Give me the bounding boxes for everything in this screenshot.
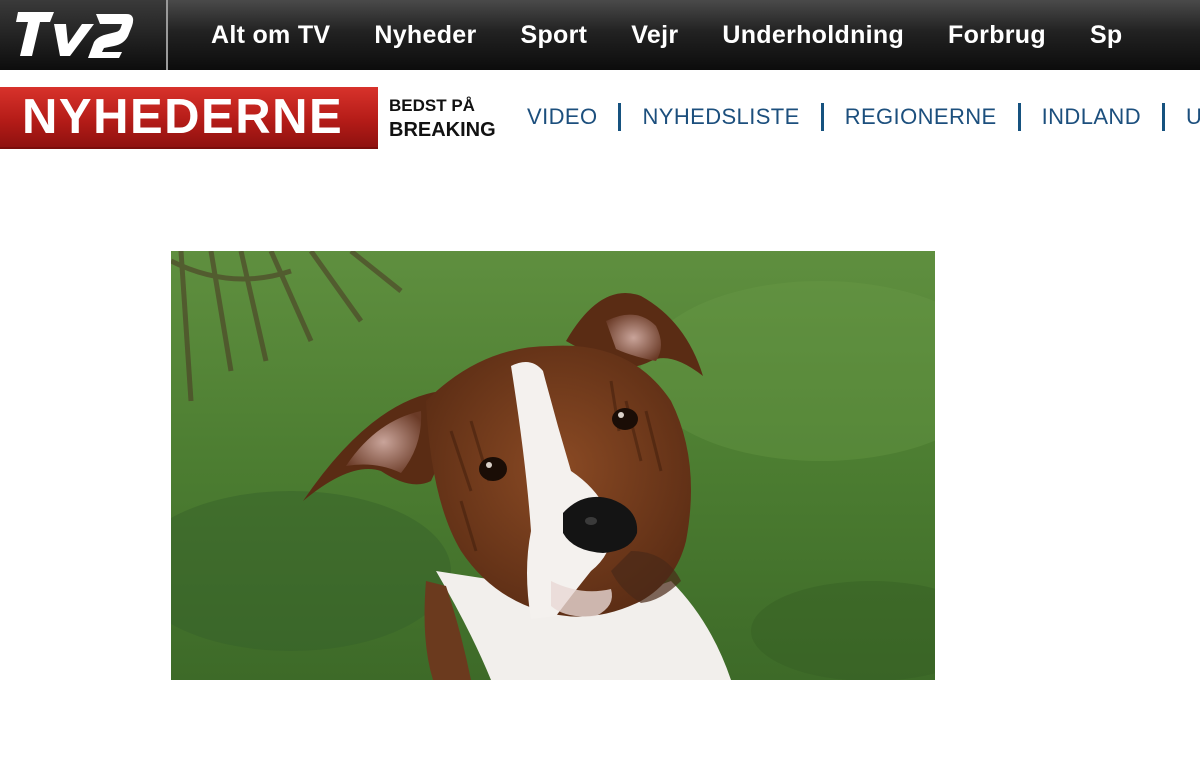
puppy-photo-image <box>171 251 935 680</box>
top-nav-item-nyheder[interactable]: Nyheder <box>352 0 498 70</box>
tagline-line-1: BEDST PÅ <box>389 96 475 115</box>
top-nav-item-underholdning[interactable]: Underholdning <box>700 0 926 70</box>
section-link-udland[interactable]: UDL <box>1186 104 1200 130</box>
section-link-regionerne[interactable]: REGIONERNE <box>845 104 997 130</box>
nyhederne-logo-text: NYHEDERNE <box>22 90 344 144</box>
nav-separator <box>1161 103 1165 131</box>
section-link-nyhedsliste[interactable]: NYHEDSLISTE <box>642 104 799 130</box>
section-nav: VIDEO NYHEDSLISTE REGIONERNE INDLAND UDL <box>527 103 1200 131</box>
tagline-line-2: BREAKING <box>389 119 496 141</box>
top-nav-item-sport[interactable]: Sport <box>499 0 610 70</box>
nav-separator <box>820 103 824 131</box>
top-nav-item-vejr[interactable]: Vejr <box>609 0 700 70</box>
tv2-logo-icon <box>16 12 134 58</box>
tv2-logo[interactable] <box>0 0 168 70</box>
section-link-video[interactable]: VIDEO <box>527 104 597 130</box>
article-photo <box>171 251 935 680</box>
top-nav-menu: Alt om TV Nyheder Sport Vejr Underholdni… <box>168 0 1145 70</box>
breaking-tagline: BEDST PÅ BREAKING <box>389 94 496 142</box>
nav-separator <box>1017 103 1021 131</box>
nyhederne-logo[interactable]: NYHEDERNE <box>0 87 378 147</box>
top-nav-item-forbrug[interactable]: Forbrug <box>926 0 1068 70</box>
section-link-indland[interactable]: INDLAND <box>1042 104 1141 130</box>
top-nav-item-alt-om-tv[interactable]: Alt om TV <box>168 0 352 70</box>
top-nav-item-sp[interactable]: Sp <box>1068 0 1145 70</box>
nav-separator <box>618 103 622 131</box>
section-header-bar: NYHEDERNE BEDST PÅ BREAKING VIDEO NYHEDS… <box>0 70 1200 160</box>
top-navigation-bar: Alt om TV Nyheder Sport Vejr Underholdni… <box>0 0 1200 70</box>
